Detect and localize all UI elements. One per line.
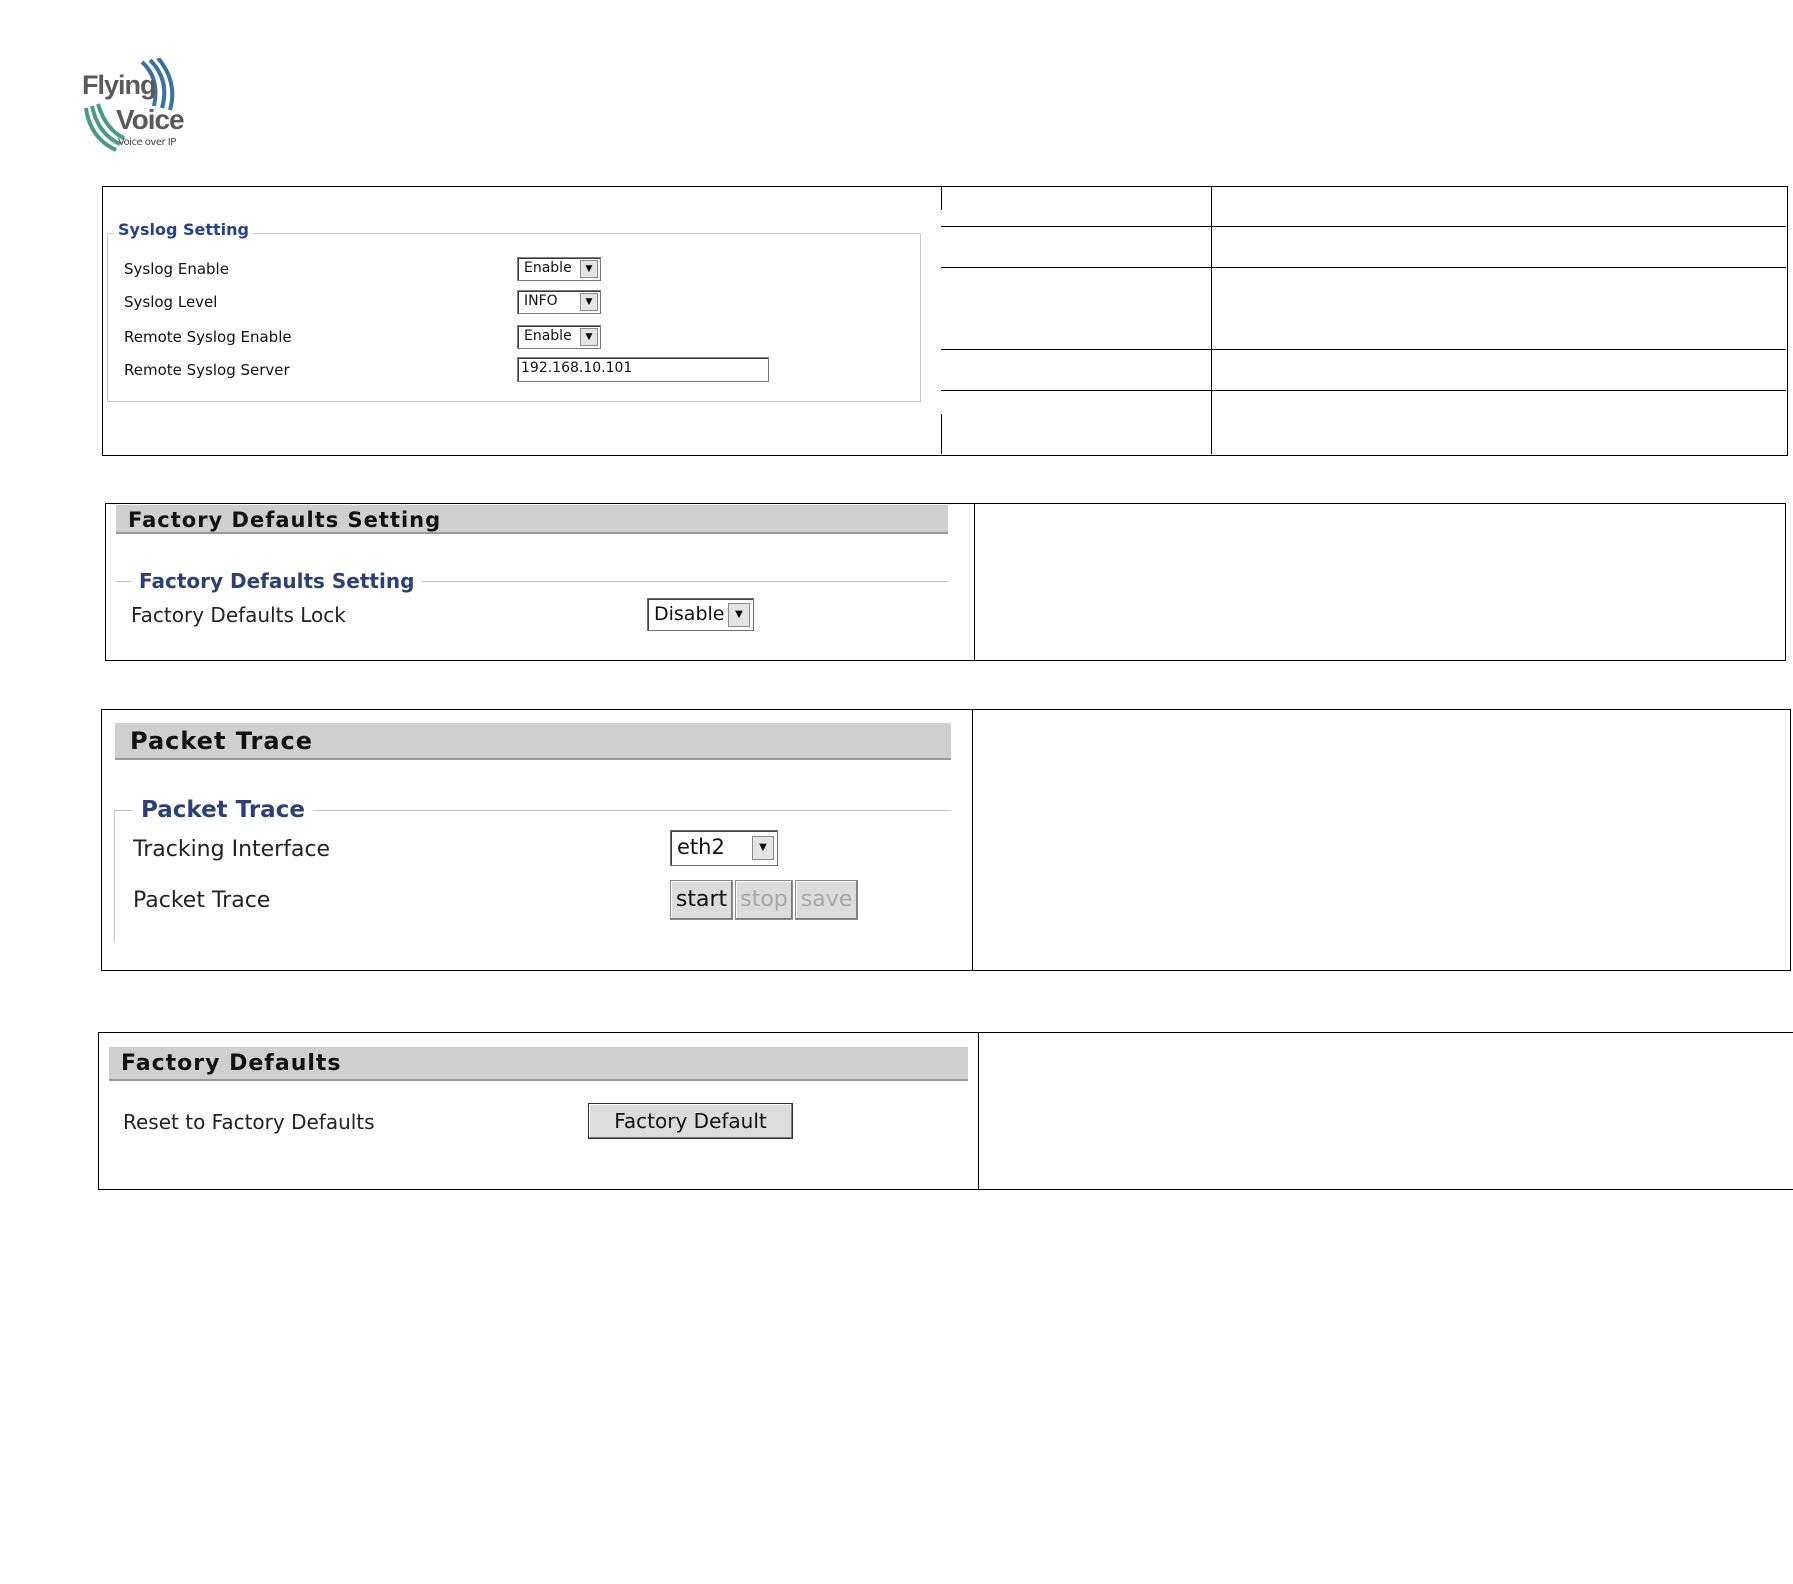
logo-tagline: Voice over IP xyxy=(118,137,176,148)
factory-defaults-header: Factory Defaults xyxy=(109,1047,968,1081)
chevron-down-icon[interactable]: ▼ xyxy=(580,260,598,278)
packet-trace-label: Packet Trace xyxy=(133,888,271,913)
remote-syslog-server-input[interactable]: 192.168.10.101 xyxy=(517,357,769,382)
tracking-interface-value: eth2 xyxy=(677,835,725,859)
syslog-enable-label: Syslog Enable xyxy=(124,260,229,278)
logo-text-flying: Flying xyxy=(82,70,156,100)
factory-defaults-lock-value: Disable xyxy=(654,603,725,625)
factory-settings-legend: Factory Defaults Setting xyxy=(131,569,423,593)
chevron-down-icon[interactable]: ▼ xyxy=(580,328,598,346)
factory-settings-header: Factory Defaults Setting xyxy=(116,505,948,534)
remote-syslog-enable-value: Enable xyxy=(524,328,572,344)
syslog-col-divider-1 xyxy=(941,186,942,210)
syslog-row-divider xyxy=(941,349,1786,350)
packet-trace-col-divider xyxy=(972,709,973,970)
remote-syslog-server-label: Remote Syslog Server xyxy=(124,361,290,379)
syslog-row-divider xyxy=(941,226,1786,227)
remote-syslog-enable-label: Remote Syslog Enable xyxy=(124,328,292,346)
syslog-enable-select[interactable]: Enable ▼ xyxy=(517,257,601,281)
factory-defaults-lock-label: Factory Defaults Lock xyxy=(131,603,346,627)
chevron-down-icon[interactable]: ▼ xyxy=(728,603,750,627)
factory-default-button[interactable]: Factory Default xyxy=(588,1103,793,1139)
syslog-level-label: Syslog Level xyxy=(124,293,218,311)
reset-factory-defaults-label: Reset to Factory Defaults xyxy=(123,1110,375,1134)
factory-defaults-lock-select[interactable]: Disable ▼ xyxy=(647,598,754,631)
syslog-level-value: INFO xyxy=(524,293,558,309)
syslog-level-select[interactable]: INFO ▼ xyxy=(517,290,601,314)
syslog-row-divider xyxy=(941,390,1786,391)
syslog-enable-value: Enable xyxy=(524,260,572,276)
factory-defaults-col-divider xyxy=(978,1032,979,1189)
logo-text-voice: Voice xyxy=(116,104,185,135)
tracking-interface-select[interactable]: eth2 ▼ xyxy=(670,830,778,866)
flying-voice-logo: Flying Voice Voice over IP xyxy=(80,58,190,156)
tracking-interface-label: Tracking Interface xyxy=(133,837,331,862)
factory-settings-col-divider xyxy=(974,503,975,660)
start-button[interactable]: start xyxy=(670,880,733,920)
packet-trace-header: Packet Trace xyxy=(115,723,951,760)
packet-trace-legend: Packet Trace xyxy=(133,797,313,823)
remote-syslog-enable-select[interactable]: Enable ▼ xyxy=(517,325,601,349)
syslog-col-divider-1b xyxy=(941,414,942,454)
syslog-row-divider xyxy=(941,267,1786,268)
syslog-legend: Syslog Setting xyxy=(114,220,253,239)
fieldset-line xyxy=(114,810,115,943)
chevron-down-icon[interactable]: ▼ xyxy=(752,836,774,860)
chevron-down-icon[interactable]: ▼ xyxy=(580,293,598,311)
stop-button[interactable]: stop xyxy=(735,880,793,920)
save-button[interactable]: save xyxy=(795,880,858,920)
